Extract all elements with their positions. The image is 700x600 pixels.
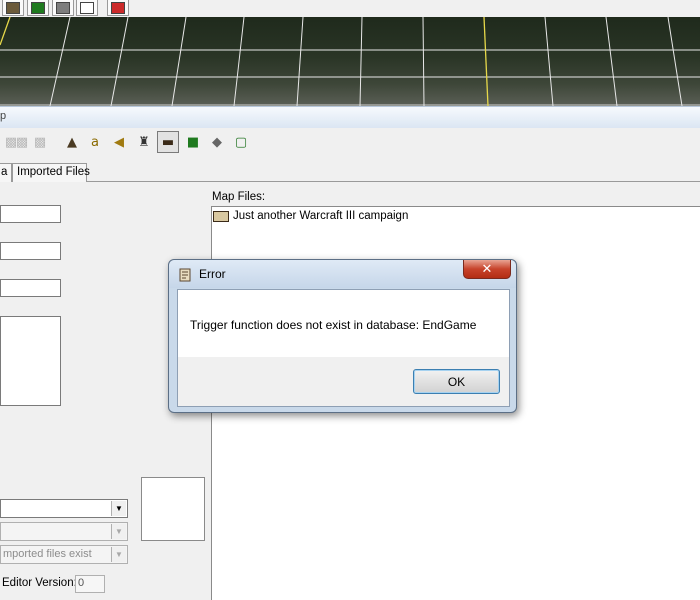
sound-icon: ◀ <box>114 134 124 150</box>
error-dialog: Error ✕ Trigger function does not exist … <box>168 259 517 413</box>
dropdown-select-disabled: ▼ <box>0 522 128 541</box>
manager-window-title: p <box>0 110 7 122</box>
tab-partial[interactable]: a <box>0 163 12 182</box>
close-icon: ✕ <box>481 261 493 277</box>
new-doc-icon: ▢ <box>234 134 248 150</box>
manager-toolbar: ▩ ▩ ▩ ▲ a ◀ ♜ ▬ ■ ◆ ▢ <box>0 128 700 158</box>
dialog-title: Error <box>199 267 226 281</box>
ability-icon: a <box>91 134 99 150</box>
dropdown-value: mported files exist <box>3 548 92 560</box>
ai-icon: ♜ <box>138 134 150 150</box>
disabled-tool-icon: ▩ <box>15 134 29 150</box>
close-button[interactable]: ✕ <box>463 260 511 279</box>
text-field[interactable] <box>0 279 61 297</box>
green-tile-icon <box>31 1 45 14</box>
terrain-icon: ▲ <box>67 134 77 150</box>
campaign-file-icon <box>213 210 229 222</box>
map-files-label: Map Files: <box>212 191 266 203</box>
top-toolbar <box>0 0 700 17</box>
terrain-grid <box>0 17 700 106</box>
sound-button[interactable]: ◀ <box>108 131 130 153</box>
import-manager-icon: ▬ <box>161 134 175 150</box>
error-message: Trigger function does not exist in datab… <box>190 318 477 332</box>
terrain-tool-icon <box>6 1 20 14</box>
object-editor-icon: ■ <box>186 134 200 150</box>
ability-button[interactable]: a <box>84 131 106 153</box>
ok-button-label: OK <box>447 374 466 389</box>
cube-button[interactable]: ◆ <box>206 131 228 153</box>
chevron-down-icon: ▼ <box>111 524 126 539</box>
dialog-titlebar[interactable]: Error ✕ <box>169 260 516 288</box>
manager-window-titlebar: p <box>0 106 700 128</box>
cube-button[interactable] <box>52 0 74 16</box>
message-area: Trigger function does not exist in datab… <box>178 290 509 357</box>
disabled-tool-icon: ▩ <box>33 134 47 150</box>
dropdown-select[interactable]: ▼ <box>0 499 128 518</box>
red-alert-button[interactable] <box>107 0 129 16</box>
editor-version-field: 0 <box>75 575 105 593</box>
new-doc-icon <box>80 1 94 14</box>
object-editor-button[interactable]: ■ <box>182 131 204 153</box>
scroll-icon <box>179 268 191 282</box>
terrain-viewport[interactable] <box>0 17 700 106</box>
imported-files-dropdown: mported files exist ▼ <box>0 545 128 564</box>
editor-version-label: Editor Version: <box>2 577 77 589</box>
ai-button[interactable]: ♜ <box>133 131 155 153</box>
new-doc-button[interactable] <box>76 0 98 16</box>
terrain-button[interactable]: ▲ <box>61 131 83 153</box>
import-manager-button[interactable]: ▬ <box>157 131 179 153</box>
dialog-body: Trigger function does not exist in datab… <box>177 289 510 407</box>
tab-bar: a Imported Files <box>0 160 700 182</box>
terrain-tool-button[interactable] <box>2 0 24 16</box>
list-item[interactable]: Just another Warcraft III campaign <box>213 208 408 224</box>
map-file-name: Just another Warcraft III campaign <box>233 210 409 222</box>
text-field[interactable] <box>0 205 61 223</box>
description-box[interactable] <box>0 316 61 406</box>
green-tile-button[interactable] <box>27 0 49 16</box>
red-alert-icon <box>111 1 125 14</box>
text-field[interactable] <box>0 242 61 260</box>
cube-icon: ◆ <box>212 134 222 150</box>
ok-button[interactable]: OK <box>413 369 500 394</box>
chevron-down-icon: ▼ <box>111 547 126 562</box>
cube-icon <box>56 1 70 14</box>
new-doc-button[interactable]: ▢ <box>230 131 252 153</box>
preview-image-box <box>141 477 205 541</box>
chevron-down-icon[interactable]: ▼ <box>111 501 126 516</box>
tab-imported-files[interactable]: Imported Files <box>12 163 90 182</box>
disabled-tool-button[interactable]: ▩ <box>29 131 51 153</box>
